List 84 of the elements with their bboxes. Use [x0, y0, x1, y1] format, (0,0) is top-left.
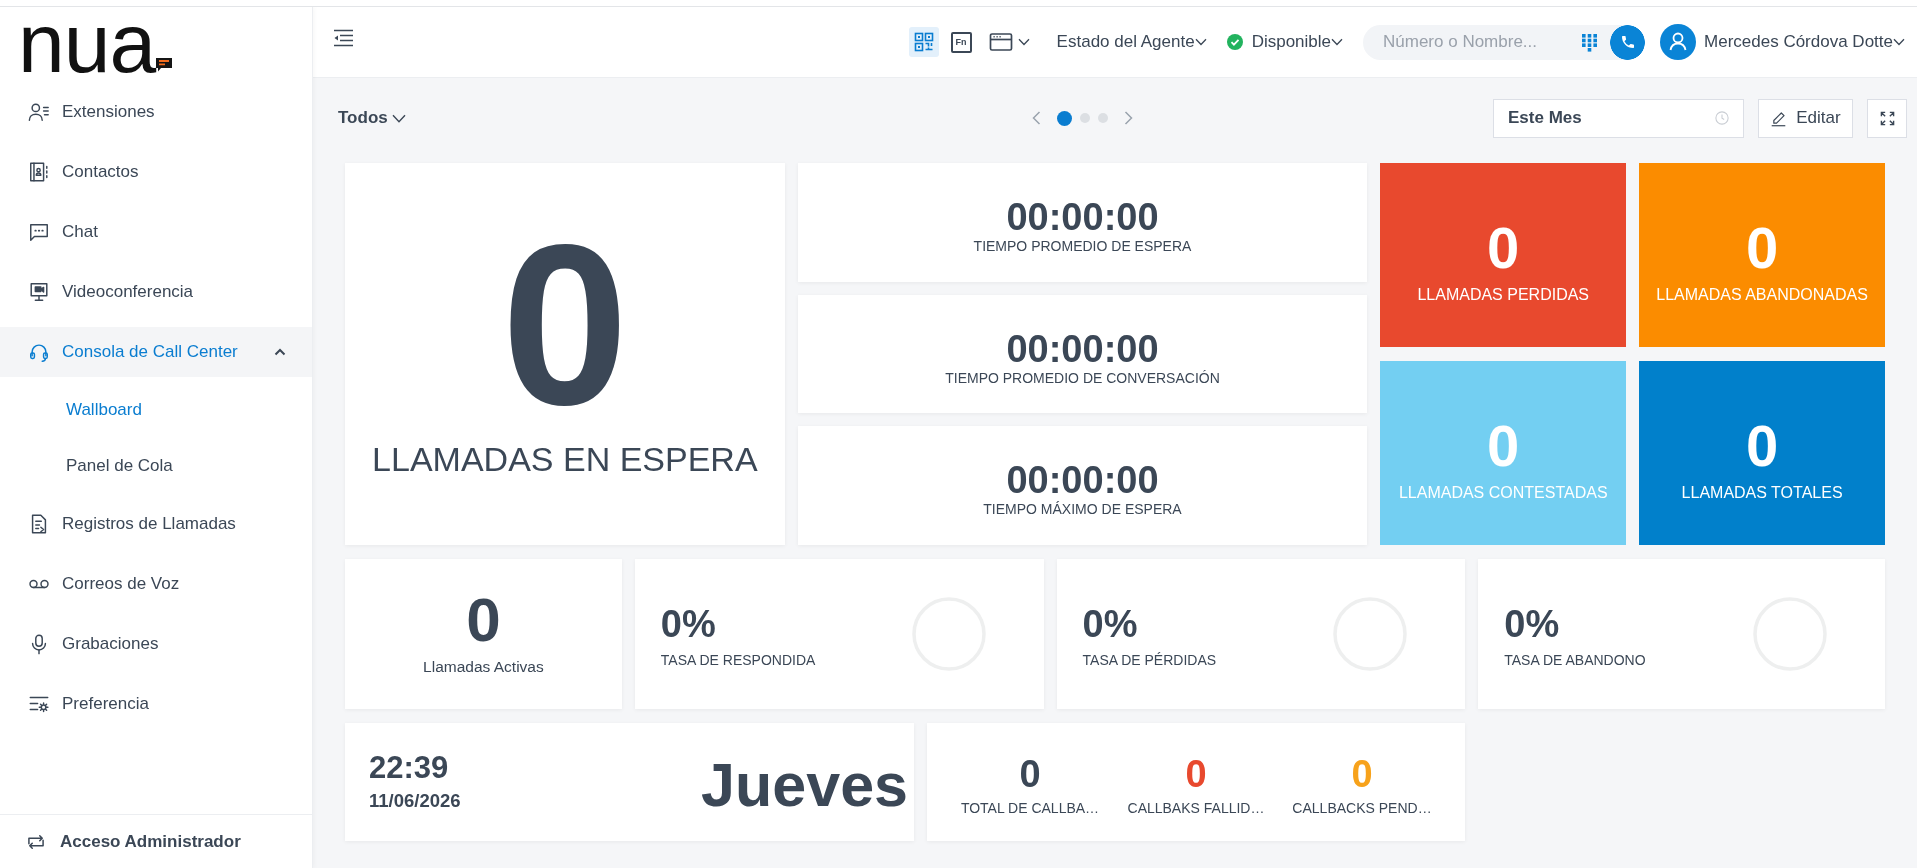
rate-label: TASA DE PÉRDIDAS	[1082, 652, 1217, 668]
presentation-screen-icon	[28, 281, 50, 303]
rate-value: 0%	[1082, 606, 1138, 642]
user-menu[interactable]: Mercedes Córdova Dotte	[1704, 32, 1905, 52]
qr-code-button[interactable]	[908, 27, 939, 57]
call-button[interactable]	[1610, 24, 1645, 60]
filter-dropdown[interactable]: Todos	[338, 108, 406, 128]
rate-label: TASA DE RESPONDIDA	[660, 652, 816, 668]
time-label: TIEMPO PROMEDIO DE CONVERSACIÓN	[945, 369, 1220, 386]
tile-label: LLAMADAS PERDIDAS	[1417, 286, 1590, 304]
active-calls-count: 0	[466, 592, 501, 648]
caret-down-icon	[1893, 38, 1905, 46]
sidebar-item[interactable]: Contactos	[0, 147, 312, 197]
waiting-label: LLAMADAS EN ESPERA	[372, 439, 758, 479]
check-circle-icon	[1226, 34, 1243, 50]
clock-icon	[1715, 111, 1729, 125]
tile-label: LLAMADAS CONTESTADAS	[1398, 484, 1608, 502]
chat-bubble-icon	[155, 57, 174, 72]
page-dot-icon[interactable]	[1080, 113, 1090, 123]
tile-label: LLAMADAS TOTALES	[1681, 484, 1843, 502]
clock-date: 11/06/2026	[369, 790, 461, 812]
pencil-icon	[1770, 109, 1788, 127]
caret-down-icon	[1017, 38, 1030, 46]
fn-key-button[interactable]: Fn	[950, 31, 972, 53]
caret-down-icon	[391, 113, 406, 123]
contact-book-icon	[28, 161, 50, 183]
sidebar-item[interactable]: Extensiones	[0, 87, 312, 137]
admin-access-button[interactable]: Acceso Administrador	[0, 814, 312, 868]
window-icon	[988, 32, 1013, 52]
caret-down-icon	[1331, 38, 1343, 46]
menu-collapse-icon[interactable]	[333, 29, 354, 47]
tile-value: 0	[1745, 420, 1779, 472]
chat-bubble-icon	[28, 221, 50, 243]
chevron-right-icon[interactable]	[1124, 111, 1133, 125]
sidebar-item[interactable]: Correos de Voz	[0, 559, 312, 609]
submenu-item[interactable]: Wallboard	[0, 387, 312, 433]
time-value: 00:00:00	[1006, 330, 1159, 367]
callback-count: 0	[1019, 756, 1041, 792]
submenu-item[interactable]: Panel de Cola	[0, 443, 312, 489]
time-value: 00:00:00	[1006, 198, 1159, 235]
sidebar-item[interactable]: Chat	[0, 207, 312, 257]
sidebar-item[interactable]: Consola de Call Center	[0, 327, 312, 377]
tile-label: LLAMADAS ABANDONADAS	[1656, 286, 1868, 304]
tile-value: 0	[1745, 222, 1779, 274]
caret-down-icon	[1194, 38, 1207, 46]
sidebar-item[interactable]: Preferencia	[0, 679, 312, 729]
rate-value: 0%	[660, 606, 716, 642]
chevron-up-icon[interactable]	[274, 348, 286, 356]
fullscreen-button[interactable]	[1867, 98, 1907, 138]
edit-button[interactable]: Editar	[1758, 98, 1853, 138]
callback-label: CALLBAKS FALLID…	[1127, 800, 1265, 816]
time-value: 00:00:00	[1006, 462, 1159, 499]
phone-icon	[1619, 34, 1636, 50]
avatar-icon[interactable]	[1660, 24, 1696, 60]
rate-label: TASA DE ABANDONO	[1504, 652, 1646, 668]
period-field[interactable]: Este Mes	[1493, 98, 1744, 138]
status-dropdown[interactable]: Disponible	[1226, 32, 1343, 52]
logo-text: nua	[18, 13, 156, 73]
sidebar-item[interactable]: Videoconferencia	[0, 267, 312, 317]
page-dot-icon[interactable]	[1098, 113, 1108, 123]
page-dot-icon[interactable]	[1057, 110, 1072, 126]
search-field[interactable]: Número o Nombre...	[1363, 24, 1571, 60]
expand-arrows-icon	[1879, 110, 1895, 126]
clock-time: 22:39	[369, 752, 449, 784]
tile-value: 0	[1487, 420, 1520, 472]
sidebar-item[interactable]: Registros de Llamadas	[0, 499, 312, 549]
user-list-icon	[28, 101, 50, 123]
time-label: TIEMPO MÁXIMO DE ESPERA	[983, 501, 1182, 518]
dialpad-icon[interactable]	[1571, 24, 1610, 60]
tile-value: 0	[1487, 222, 1520, 274]
headset-icon	[28, 341, 50, 363]
time-label: TIEMPO PROMEDIO DE ESPERA	[973, 237, 1192, 254]
callback-label: TOTAL DE CALLBA…	[960, 800, 1100, 816]
weekday-text: Jueves	[701, 750, 908, 815]
agent-state-dropdown[interactable]: Estado del Agente	[1056, 32, 1207, 52]
chevron-left-icon[interactable]	[1032, 111, 1041, 125]
callback-label: CALLBACKS PEND…	[1292, 800, 1432, 816]
rate-value: 0%	[1504, 606, 1560, 642]
callback-count: 0	[1185, 756, 1207, 792]
active-calls-label: Llamadas Activas	[423, 658, 544, 676]
waiting-count: 0	[501, 229, 629, 420]
callback-count: 0	[1351, 756, 1373, 792]
qr-code-icon	[913, 32, 934, 52]
sidebar-item[interactable]: Grabaciones	[0, 619, 312, 669]
